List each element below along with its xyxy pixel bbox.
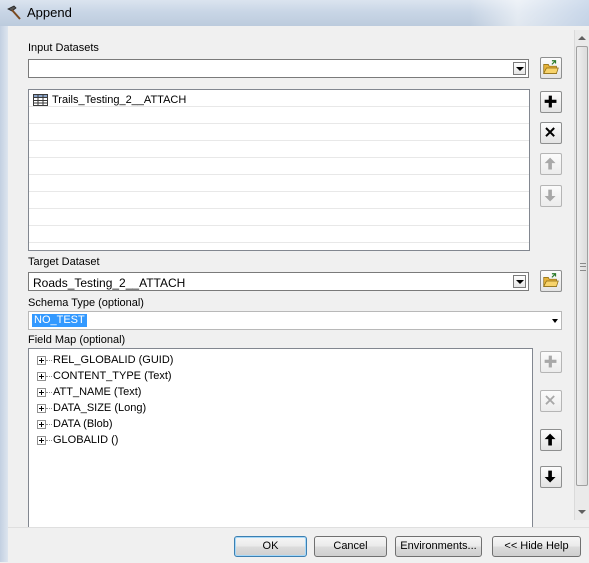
expand-icon[interactable]: [37, 436, 46, 445]
arrow-down-icon: [544, 189, 556, 202]
scroll-down-icon[interactable]: [578, 510, 586, 514]
chevron-down-icon[interactable]: [552, 319, 558, 323]
arrow-up-icon: [544, 157, 556, 170]
plus-icon: [544, 355, 557, 368]
schema-type-value: NO_TEST: [32, 314, 87, 327]
dialog-scrollbar[interactable]: [574, 30, 589, 520]
add-dataset-button[interactable]: [540, 91, 562, 113]
title-bar: Append: [0, 0, 589, 27]
field-move-up-button[interactable]: [540, 429, 562, 451]
field-map-label: Field Map (optional): [28, 334, 126, 346]
expand-icon[interactable]: [37, 388, 46, 397]
environments-button[interactable]: Environments...: [395, 536, 482, 557]
table-icon: [33, 94, 48, 106]
expand-icon[interactable]: [37, 356, 46, 365]
scroll-up-icon[interactable]: [578, 36, 586, 40]
hammer-icon: [7, 5, 21, 20]
scroll-thumb[interactable]: [576, 46, 588, 486]
target-dataset-combo[interactable]: Roads_Testing_2__ATTACH: [28, 272, 529, 291]
field-move-down-button[interactable]: [540, 466, 562, 488]
target-dataset-browse-button[interactable]: [540, 270, 562, 292]
chevron-down-icon[interactable]: [513, 62, 526, 75]
arrow-up-icon: [544, 433, 556, 446]
field-map-tree[interactable]: REL_GLOBALID (GUID) CONTENT_TYPE (Text) …: [28, 348, 533, 528]
input-datasets-list[interactable]: Trails_Testing_2__ATTACH: [28, 89, 530, 251]
remove-dataset-button[interactable]: [540, 122, 562, 144]
window-title: Append: [27, 5, 72, 20]
schema-type-select[interactable]: NO_TEST: [28, 311, 562, 330]
input-datasets-label: Input Datasets: [28, 42, 99, 54]
ok-button[interactable]: OK: [234, 536, 307, 557]
expand-icon[interactable]: [37, 420, 46, 429]
open-folder-icon: [543, 273, 559, 287]
close-icon: [545, 395, 555, 405]
chevron-down-icon[interactable]: [513, 275, 526, 288]
schema-type-label: Schema Type (optional): [28, 297, 144, 309]
plus-icon: [544, 95, 557, 108]
target-dataset-value: Roads_Testing_2__ATTACH: [33, 276, 186, 290]
input-datasets-combo[interactable]: [28, 59, 529, 78]
add-field-button[interactable]: [540, 351, 562, 373]
move-up-button[interactable]: [540, 153, 562, 175]
expand-icon[interactable]: [37, 372, 46, 381]
cancel-button[interactable]: Cancel: [314, 536, 387, 557]
move-down-button[interactable]: [540, 185, 562, 207]
target-dataset-label: Target Dataset: [28, 256, 100, 268]
expand-icon[interactable]: [37, 404, 46, 413]
input-datasets-browse-button[interactable]: [540, 57, 562, 79]
delete-field-button[interactable]: [540, 390, 562, 412]
open-folder-icon: [543, 60, 559, 74]
hide-help-button[interactable]: << Hide Help: [492, 536, 581, 557]
close-icon: [545, 127, 555, 137]
list-item-label: Trails_Testing_2__ATTACH: [52, 94, 187, 106]
arrow-down-icon: [544, 470, 556, 483]
